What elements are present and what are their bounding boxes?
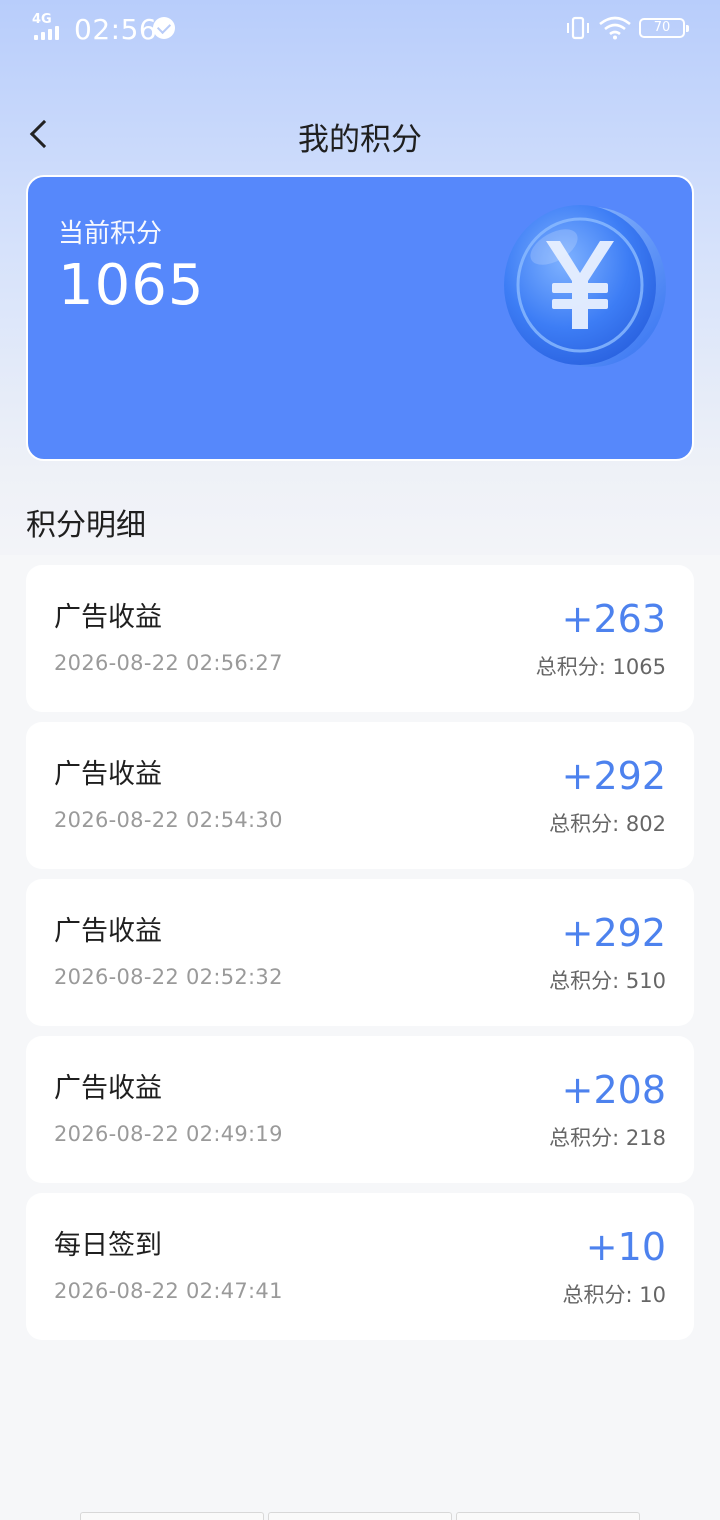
record-amount: +292 [561,911,666,955]
wifi-icon [599,16,631,40]
battery-level: 70 [653,20,671,35]
record-time: 2026-08-22 02:54:30 [54,808,283,832]
record-total: 总积分: 802 [549,812,666,836]
bottom-edge-strip [80,1512,640,1520]
current-points-card: 当前积分 1065 [26,175,694,461]
status-time: 02:56 [74,13,158,46]
status-bar: 4G 02:56 70 [0,0,720,58]
points-record: 广告收益 2026-08-22 02:49:19 +208 总积分: 218 [26,1036,694,1183]
points-record: 广告收益 2026-08-22 02:54:30 +292 总积分: 802 [26,722,694,869]
record-time: 2026-08-22 02:47:41 [54,1279,283,1303]
points-detail-title: 积分明细 [26,508,146,543]
vibrate-icon [567,16,589,40]
record-title: 广告收益 [54,916,162,947]
record-amount: +10 [585,1225,666,1269]
battery-icon: 70 [639,18,689,38]
page-title: 我的积分 [298,122,422,158]
record-time: 2026-08-22 02:56:27 [54,651,283,675]
record-title: 每日签到 [54,1230,162,1261]
signal-icon [34,26,59,40]
record-time: 2026-08-22 02:49:19 [54,1122,283,1146]
record-title: 广告收益 [54,1073,162,1104]
record-time: 2026-08-22 02:52:32 [54,965,283,989]
points-record: 每日签到 2026-08-22 02:47:41 +10 总积分: 10 [26,1193,694,1340]
current-points-label: 当前积分 [58,219,163,249]
network-type: 4G [32,12,52,27]
verified-check-icon [153,17,175,39]
record-amount: +292 [561,754,666,798]
record-total: 总积分: 10 [562,1283,666,1307]
record-total: 总积分: 1065 [535,655,666,679]
points-record: 广告收益 2026-08-22 02:52:32 +292 总积分: 510 [26,879,694,1026]
record-total: 总积分: 218 [549,1126,666,1150]
record-title: 广告收益 [54,759,162,790]
points-record: 广告收益 2026-08-22 02:56:27 +263 总积分: 1065 [26,565,694,712]
yuan-coin-icon [504,205,666,367]
record-title: 广告收益 [54,602,162,633]
record-amount: +263 [561,597,666,641]
record-amount: +208 [561,1068,666,1112]
record-total: 总积分: 510 [549,969,666,993]
current-points-value: 1065 [58,253,205,318]
